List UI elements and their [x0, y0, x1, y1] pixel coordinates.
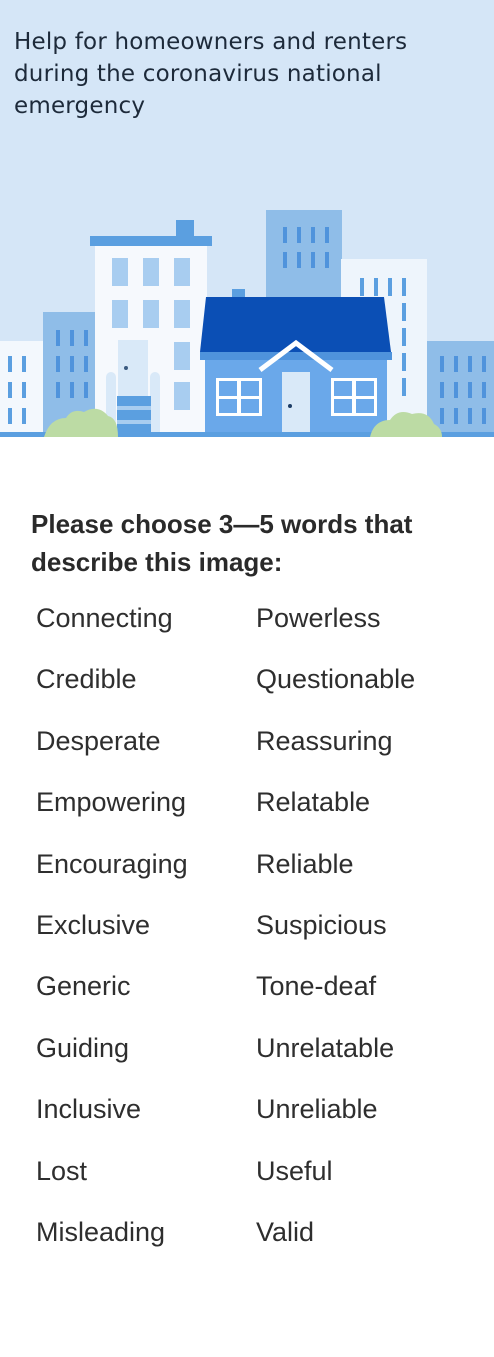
instruction-heading: Please choose 3—5 words that describe th…: [31, 509, 413, 577]
word-option-connecting[interactable]: Connecting: [36, 597, 256, 658]
word-option-unrelatable[interactable]: Unrelatable: [256, 1027, 466, 1088]
word-option-tone-deaf[interactable]: Tone-deaf: [256, 965, 466, 1026]
word-option-reassuring[interactable]: Reassuring: [256, 720, 466, 781]
word-option-unreliable[interactable]: Unreliable: [256, 1088, 466, 1149]
word-option-useful[interactable]: Useful: [256, 1150, 466, 1211]
word-option-guiding[interactable]: Guiding: [36, 1027, 256, 1088]
word-option-encouraging[interactable]: Encouraging: [36, 843, 256, 904]
word-option-inclusive[interactable]: Inclusive: [36, 1088, 256, 1149]
word-option-desperate[interactable]: Desperate: [36, 720, 256, 781]
word-option-credible[interactable]: Credible: [36, 658, 256, 719]
word-option-relatable[interactable]: Relatable: [256, 781, 466, 842]
word-option-generic[interactable]: Generic: [36, 965, 256, 1026]
hero-image: Help for homeowners and renters during t…: [0, 0, 494, 437]
word-option-suspicious[interactable]: Suspicious: [256, 904, 466, 965]
word-option-reliable[interactable]: Reliable: [256, 843, 466, 904]
word-option-misleading[interactable]: Misleading: [36, 1211, 256, 1272]
word-option-lost[interactable]: Lost: [36, 1150, 256, 1211]
hero-caption: Help for homeowners and renters during t…: [14, 29, 408, 119]
word-options-list: Connecting Credible Desperate Empowering…: [36, 597, 466, 1272]
word-option-powerless[interactable]: Powerless: [256, 597, 466, 658]
word-option-questionable[interactable]: Questionable: [256, 658, 466, 719]
word-option-empowering[interactable]: Empowering: [36, 781, 256, 842]
word-option-valid[interactable]: Valid: [256, 1211, 466, 1272]
word-option-exclusive[interactable]: Exclusive: [36, 904, 256, 965]
